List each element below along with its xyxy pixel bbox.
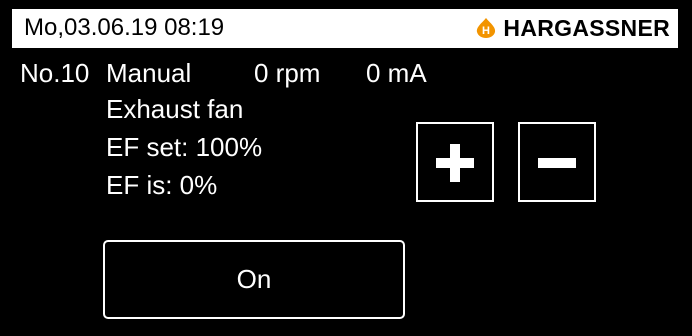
brand-name: HARGASSNER — [503, 14, 670, 41]
device-number: No.10 — [20, 58, 90, 88]
minus-icon — [538, 158, 576, 168]
plus-icon — [436, 144, 474, 182]
header-bar: Mo,03.06.19 08:19 H HARGASSNER — [12, 9, 678, 48]
device-name: Exhaust fan — [106, 94, 244, 124]
datetime-label: Mo,03.06.19 08:19 — [24, 14, 225, 41]
mode-label: Manual — [106, 58, 192, 88]
ef-set-value: EF set: 100% — [106, 132, 263, 162]
brand: H HARGASSNER — [475, 13, 670, 43]
on-button-label: On — [236, 264, 272, 294]
increase-button[interactable] — [416, 122, 494, 202]
controller-screen: Mo,03.06.19 08:19 H HARGASSNER No.10 Man… — [0, 0, 692, 336]
current-readout: 0 mA — [366, 58, 427, 88]
logo-letter: H — [482, 25, 490, 37]
rpm-readout: 0 rpm — [254, 58, 321, 88]
decrease-button[interactable] — [518, 122, 596, 202]
hargassner-flame-logo-icon: H — [477, 18, 496, 38]
ef-is-value: EF is: 0% — [106, 170, 218, 200]
on-button[interactable]: On — [103, 240, 405, 319]
